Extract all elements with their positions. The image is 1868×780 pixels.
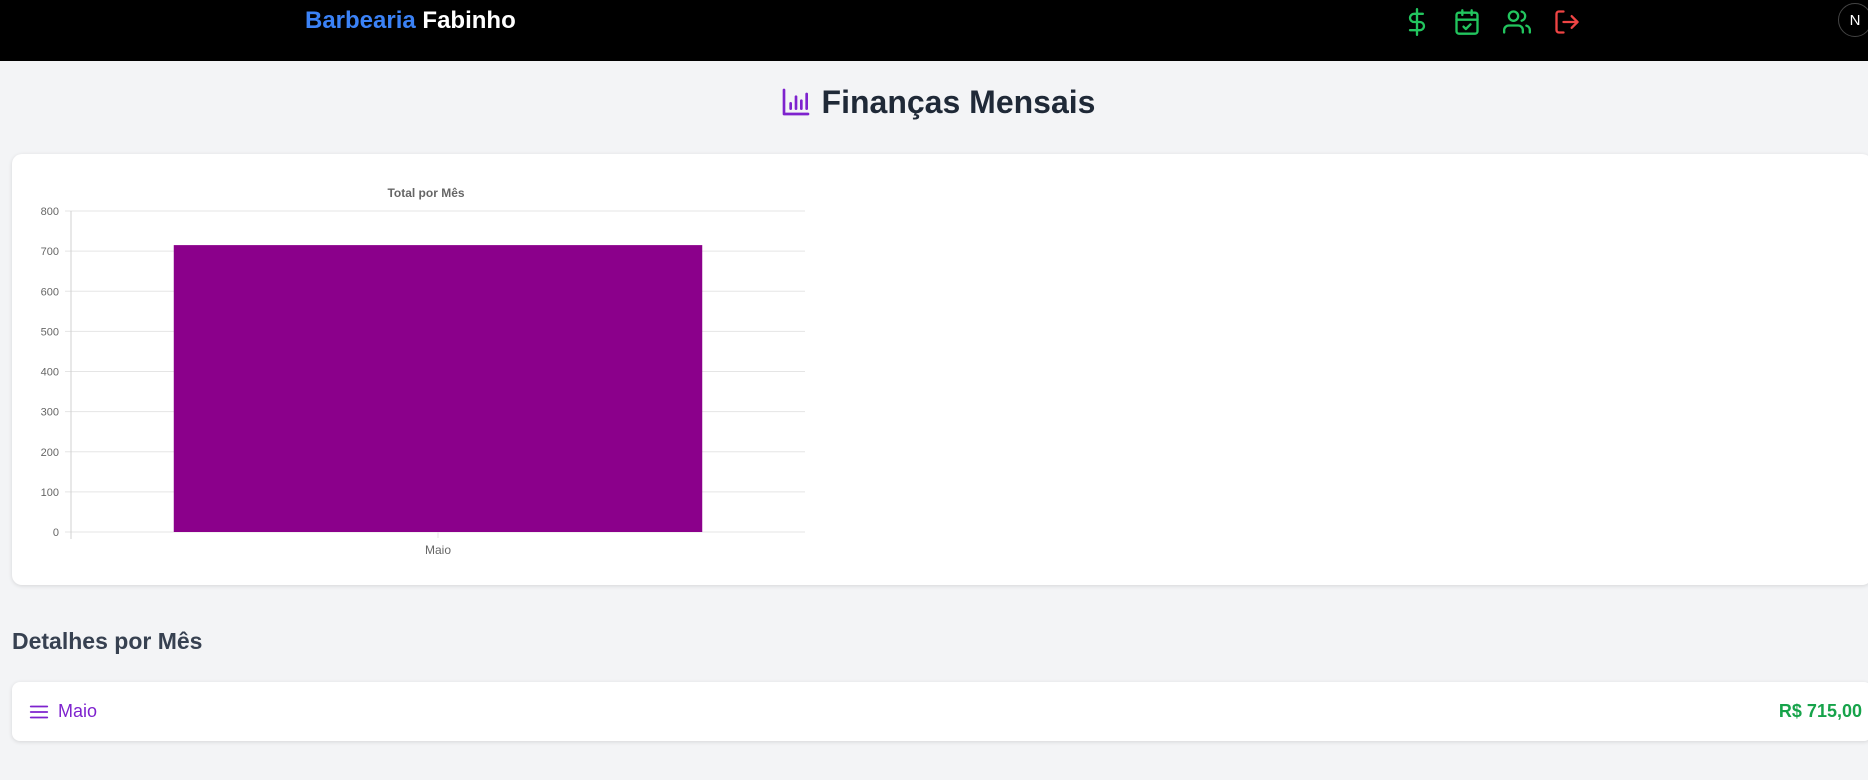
brand-first-word: Barbearia <box>305 7 416 34</box>
top-navbar: Barbearia Fabinho N <box>0 0 1868 61</box>
dollar-icon[interactable] <box>1403 8 1431 36</box>
details-section-title: Detalhes por Mês <box>12 628 203 654</box>
menu-icon[interactable] <box>28 701 50 723</box>
y-tick-label: 100 <box>41 487 59 499</box>
page-title-text: Finanças Mensais <box>821 84 1096 120</box>
y-tick-label: 400 <box>41 367 59 379</box>
y-tick-label: 300 <box>41 407 59 419</box>
chart-card: Total por Mês 0 100 200 300 400 500 600 700 800 Ma… <box>12 154 1868 585</box>
y-tick-label: 800 <box>41 206 59 218</box>
y-tick-label: 700 <box>41 246 59 258</box>
user-avatar[interactable]: N <box>1838 3 1868 37</box>
y-tick-label: 600 <box>41 286 59 298</box>
calendar-check-icon[interactable] <box>1453 8 1481 36</box>
x-tick-label: Maio <box>425 543 451 557</box>
month-label[interactable]: Maio <box>58 700 97 722</box>
bar-chart-icon <box>782 88 809 115</box>
month-total: R$ 715,00 <box>1778 701 1862 721</box>
y-tick-label: 200 <box>41 447 59 459</box>
brand-second-word: Fabinho <box>422 7 516 34</box>
page-title: Finanças Mensais <box>0 82 1868 122</box>
bar-maio <box>173 245 703 532</box>
bar-chart: Total por Mês 0 100 200 300 400 500 600 700 800 Ma… <box>41 186 805 557</box>
chart-title: Total por Mês <box>387 186 464 200</box>
logout-icon[interactable] <box>1553 8 1581 36</box>
users-icon[interactable] <box>1503 8 1531 36</box>
y-tick-label: 0 <box>53 527 59 539</box>
brand-logo[interactable]: Barbearia Fabinho <box>305 7 516 35</box>
y-tick-label: 500 <box>41 326 59 338</box>
month-row[interactable]: Maio R$ 715,00 <box>12 682 1868 741</box>
